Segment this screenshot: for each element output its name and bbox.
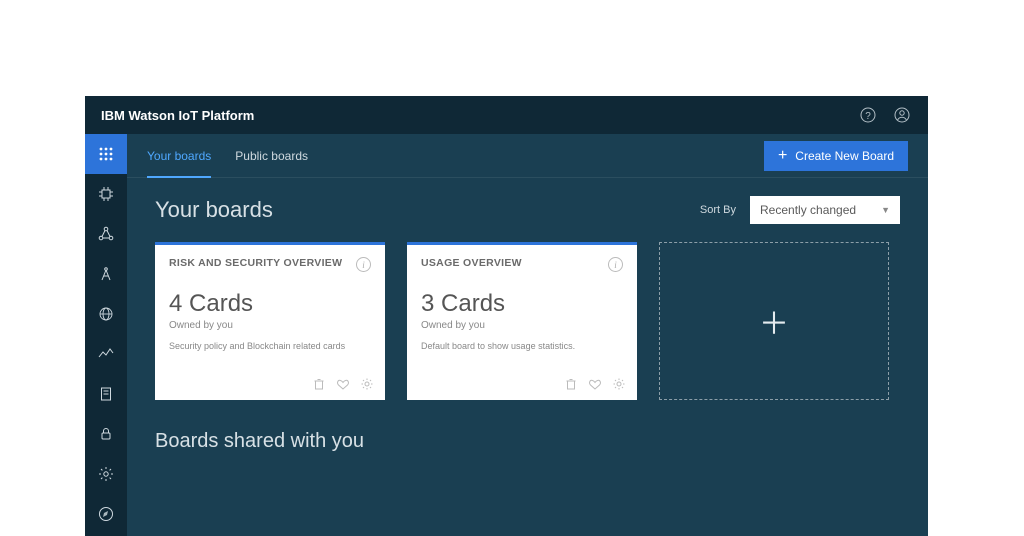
sidebar-item-apps[interactable] — [85, 134, 127, 174]
chevron-down-icon: ▼ — [881, 205, 890, 215]
sortby-select[interactable]: Recently changed ▼ — [750, 196, 900, 224]
board-card-count: 4 Cards — [169, 290, 371, 318]
sidebar-item-lock[interactable] — [85, 414, 127, 454]
plus-icon: ＋ — [759, 299, 789, 343]
app-title: IBM Watson IoT Platform — [101, 108, 844, 123]
boards-grid: RISK AND SECURITY OVERVIEW i 4 Cards Own… — [155, 242, 900, 400]
delete-icon[interactable] — [311, 376, 327, 392]
board-owner: Owned by you — [421, 320, 623, 331]
favorite-icon[interactable] — [587, 376, 603, 392]
favorite-icon[interactable] — [335, 376, 351, 392]
create-board-label: Create New Board — [795, 149, 894, 163]
board-owner: Owned by you — [169, 320, 371, 331]
delete-icon[interactable] — [563, 376, 579, 392]
heading-row: Your boards Sort By Recently changed ▼ — [155, 196, 900, 224]
info-icon[interactable]: i — [608, 257, 623, 272]
sidebar-item-settings[interactable] — [85, 454, 127, 494]
gear-icon[interactable] — [611, 376, 627, 392]
sortby-label: Sort By — [700, 204, 736, 216]
gear-icon[interactable] — [359, 376, 375, 392]
sortby-selected: Recently changed — [760, 203, 856, 217]
svg-text:?: ? — [865, 111, 871, 122]
sidebar-item-analytics[interactable] — [85, 334, 127, 374]
board-card[interactable]: RISK AND SECURITY OVERVIEW i 4 Cards Own… — [155, 242, 385, 400]
user-icon[interactable] — [892, 105, 912, 125]
board-title: USAGE OVERVIEW — [421, 257, 608, 271]
tabs-row: Your boards Public boards + Create New B… — [127, 134, 928, 178]
sidebar — [85, 134, 127, 536]
info-icon[interactable]: i — [356, 257, 371, 272]
sidebar-item-globe[interactable] — [85, 294, 127, 334]
board-description: Default board to show usage statistics. — [421, 341, 623, 351]
sidebar-item-network[interactable] — [85, 214, 127, 254]
sidebar-item-chip[interactable] — [85, 174, 127, 214]
help-icon[interactable]: ? — [858, 105, 878, 125]
board-title: RISK AND SECURITY OVERVIEW — [169, 257, 356, 271]
sidebar-item-document[interactable] — [85, 374, 127, 414]
plus-icon: + — [778, 148, 787, 164]
board-card-count: 3 Cards — [421, 290, 623, 318]
topbar: IBM Watson IoT Platform ? — [85, 96, 928, 134]
add-board-placeholder[interactable]: ＋ — [659, 242, 889, 400]
sidebar-item-explore[interactable] — [85, 494, 127, 534]
board-card[interactable]: USAGE OVERVIEW i 3 Cards Owned by you De… — [407, 242, 637, 400]
section-heading: Your boards — [155, 197, 700, 223]
create-board-button[interactable]: + Create New Board — [764, 141, 908, 171]
shared-section-heading: Boards shared with you — [155, 430, 900, 453]
sidebar-item-compass[interactable] — [85, 254, 127, 294]
app-window: IBM Watson IoT Platform ? — [85, 96, 928, 536]
main: Your boards Public boards + Create New B… — [127, 134, 928, 536]
tab-your-boards[interactable]: Your boards — [147, 134, 211, 178]
tab-public-boards[interactable]: Public boards — [235, 134, 308, 178]
board-description: Security policy and Blockchain related c… — [169, 341, 371, 351]
content: Your boards Sort By Recently changed ▼ R… — [127, 178, 928, 471]
